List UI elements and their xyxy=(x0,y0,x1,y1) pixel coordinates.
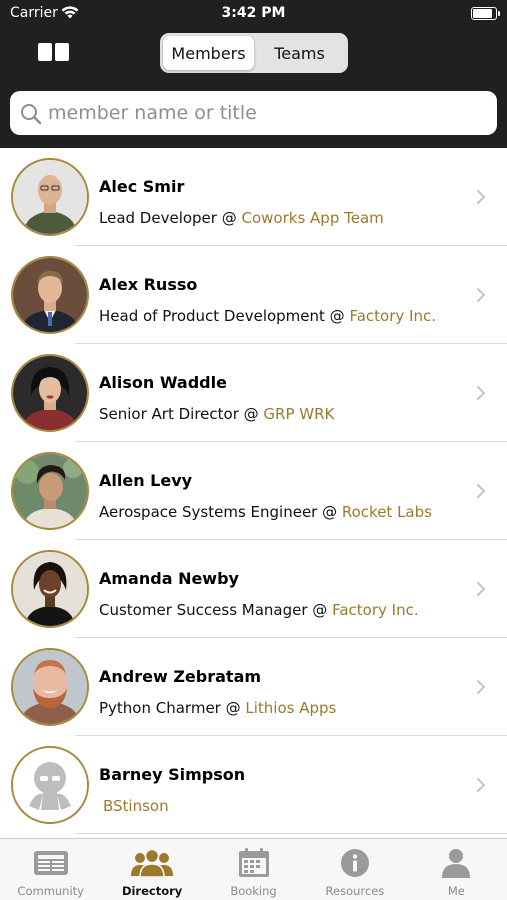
member-name: Allen Levy xyxy=(99,471,193,490)
list-item[interactable]: Barney Simpson BStinson xyxy=(0,736,507,834)
battery-icon xyxy=(471,7,500,20)
member-title: Head of Product Development @ xyxy=(99,307,350,325)
avatar xyxy=(11,452,89,530)
member-company: Lithios Apps xyxy=(245,699,337,717)
tab-me[interactable]: Me xyxy=(406,839,507,900)
chevron-right-icon xyxy=(477,190,485,204)
tab-bar: Community Directory Booking Resources Me xyxy=(0,838,507,900)
member-company: BStinson xyxy=(103,797,169,815)
list-item[interactable]: Alec Smir Lead Developer @ Coworks App T… xyxy=(0,148,507,246)
tab-label: Directory xyxy=(121,884,183,898)
calendar-icon xyxy=(238,848,269,877)
member-title: Python Charmer @ xyxy=(99,699,246,717)
navigation-bar: Members Teams xyxy=(0,28,507,80)
clock-time: 3:42 PM xyxy=(221,5,286,21)
list-item[interactable]: Alex Russo Head of Product Development @… xyxy=(0,246,507,344)
member-name: Alec Smir xyxy=(99,177,185,196)
search-input[interactable] xyxy=(48,95,488,131)
person-icon xyxy=(442,849,471,878)
member-subtitle: Senior Art Director @ GRP WRK xyxy=(99,405,334,423)
member-list: Alec Smir Lead Developer @ Coworks App T… xyxy=(0,148,507,838)
search-field[interactable] xyxy=(10,91,497,135)
search-bar xyxy=(0,80,507,148)
status-bar: Carrier 3:42 PM xyxy=(0,0,507,28)
newspaper-icon xyxy=(33,851,68,875)
segment-teams[interactable]: Teams xyxy=(254,36,345,70)
placeholder-avatar-icon xyxy=(13,748,87,822)
member-company: GRP WRK xyxy=(263,405,335,423)
member-title: Lead Developer @ xyxy=(99,209,242,227)
chevron-right-icon xyxy=(477,582,485,596)
member-subtitle: Customer Success Manager @ Factory Inc. xyxy=(99,601,419,619)
tab-label: Me xyxy=(447,884,465,898)
tab-label: Community xyxy=(17,884,84,898)
tab-label: Resources xyxy=(325,884,385,898)
list-item[interactable]: Amanda Newby Customer Success Manager @ … xyxy=(0,540,507,638)
list-item[interactable]: Allen Levy Aerospace Systems Engineer @ … xyxy=(0,442,507,540)
tab-label: Booking xyxy=(230,884,277,898)
tab-resources[interactable]: Resources xyxy=(304,839,405,900)
list-item[interactable]: Alison Waddle Senior Art Director @ GRP … xyxy=(0,344,507,442)
chevron-right-icon xyxy=(477,680,485,694)
member-company: Factory Inc. xyxy=(349,307,436,325)
member-company: Factory Inc. xyxy=(332,601,419,619)
tab-community[interactable]: Community xyxy=(0,839,101,900)
member-name: Alison Waddle xyxy=(99,373,227,392)
avatar xyxy=(11,256,89,334)
tab-directory[interactable]: Directory xyxy=(101,839,202,900)
avatar xyxy=(11,746,89,824)
chevron-right-icon xyxy=(477,386,485,400)
info-icon xyxy=(340,849,369,877)
member-subtitle: Head of Product Development @ Factory In… xyxy=(99,307,436,325)
member-title: Senior Art Director @ xyxy=(99,405,264,423)
member-subtitle: Python Charmer @ Lithios Apps xyxy=(99,699,336,717)
member-name: Barney Simpson xyxy=(99,765,246,784)
list-item[interactable]: Andrew Zebratam Python Charmer @ Lithios… xyxy=(0,638,507,736)
avatar xyxy=(11,354,89,432)
sidebar-toggle-icon[interactable] xyxy=(38,43,69,61)
member-title: Aerospace Systems Engineer @ xyxy=(99,503,342,521)
avatar xyxy=(11,648,89,726)
avatar xyxy=(11,550,89,628)
chevron-right-icon xyxy=(477,778,485,792)
search-icon xyxy=(21,104,42,125)
member-subtitle: Lead Developer @ Coworks App Team xyxy=(99,209,384,227)
member-name: Alex Russo xyxy=(99,275,198,294)
member-subtitle: BStinson xyxy=(103,797,169,815)
member-subtitle: Aerospace Systems Engineer @ Rocket Labs xyxy=(99,503,432,521)
members-teams-segmented-control: Members Teams xyxy=(160,33,348,73)
member-name: Amanda Newby xyxy=(99,569,239,588)
segment-members[interactable]: Members xyxy=(163,36,254,70)
people-icon xyxy=(131,848,174,878)
member-company: Coworks App Team xyxy=(241,209,384,227)
avatar xyxy=(11,158,89,236)
member-company: Rocket Labs xyxy=(341,503,432,521)
member-title: Customer Success Manager @ xyxy=(99,601,333,619)
chevron-right-icon xyxy=(477,288,485,302)
member-name: Andrew Zebratam xyxy=(99,667,262,686)
tab-booking[interactable]: Booking xyxy=(203,839,304,900)
chevron-right-icon xyxy=(477,484,485,498)
